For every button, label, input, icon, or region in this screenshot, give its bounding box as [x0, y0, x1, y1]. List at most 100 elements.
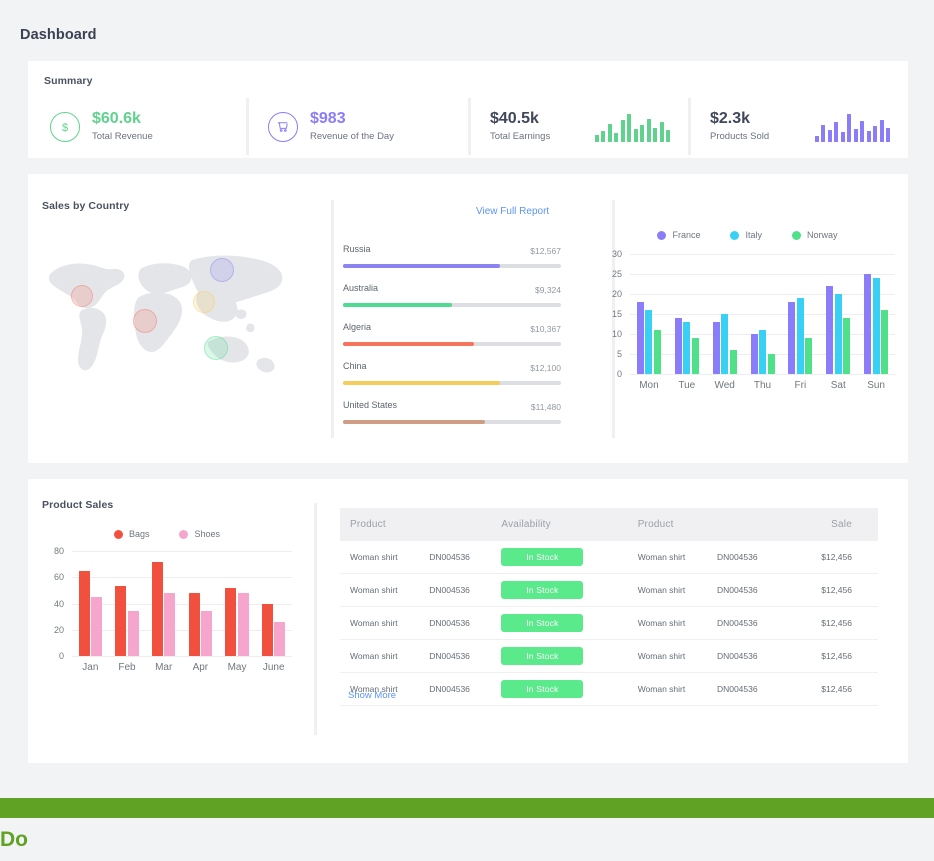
summary-value: $40.5k [490, 111, 550, 127]
cell-product-1: Woman shirt [340, 574, 425, 607]
country-progress-fill [343, 264, 500, 268]
legend-item-france[interactable]: France [657, 230, 700, 240]
country-row[interactable]: China$12,100 [341, 361, 561, 400]
legend-dot [657, 231, 666, 240]
spark-bar [666, 130, 670, 142]
country-value: $12,100 [530, 363, 561, 373]
cell-sale: $12,456 [779, 607, 878, 640]
status-badge: In Stock [501, 614, 583, 632]
dashboard-page: Dashboard Summary $$60.6kTotal Revenue$9… [0, 0, 934, 861]
bar-shoes [238, 593, 249, 656]
table-row[interactable]: Woman shirtDN004536In StockWoman shirtDN… [340, 541, 878, 574]
spark-bar [860, 121, 864, 142]
x-tick-thu: Thu [744, 380, 782, 391]
show-more-link[interactable]: Show More [348, 690, 396, 701]
bar-italy [797, 298, 804, 374]
status-badge: In Stock [501, 680, 583, 698]
product-table-body: Woman shirtDN004536In StockWoman shirtDN… [340, 541, 878, 706]
cell-product-2: Woman shirt [628, 673, 713, 706]
cell-product-1: Woman shirt [340, 640, 425, 673]
bar-norway [730, 350, 737, 374]
summary-item-products-sold[interactable]: $2.3kProducts Sold [688, 95, 908, 158]
sparkline-purple [815, 112, 891, 142]
status-badge: In Stock [501, 647, 583, 665]
spark-bar [627, 114, 631, 142]
table-row[interactable]: Woman shirtDN004536In StockWoman shirtDN… [340, 673, 878, 706]
cell-sale: $12,456 [779, 673, 878, 706]
country-row[interactable]: Algeria$10,367 [341, 322, 561, 361]
summary-text: $2.3kProducts Sold [710, 111, 769, 142]
summary-item-revenue-of-the-day[interactable]: $983Revenue of the Day [246, 95, 468, 158]
cell-availability: In Stock [491, 607, 627, 640]
y-tick: 20 [42, 625, 64, 635]
country-progress-track [343, 264, 561, 268]
legend-item-italy[interactable]: Italy [730, 230, 762, 240]
x-tick-may: May [219, 662, 256, 673]
country-row[interactable]: Russia$12,567 [341, 244, 561, 283]
country-value: $9,324 [535, 285, 561, 295]
legend-item-shoes[interactable]: Shoes [179, 529, 220, 539]
legend-item-norway[interactable]: Norway [792, 230, 838, 240]
product-table-wrapper: ProductAvailabilityProductSale Woman shi… [340, 508, 878, 706]
spark-bar [834, 122, 838, 142]
cell-product-1: Woman shirt [340, 607, 425, 640]
table-row[interactable]: Woman shirtDN004536In StockWoman shirtDN… [340, 574, 878, 607]
bar-norway [768, 354, 775, 374]
bar-italy [645, 310, 652, 374]
bar-bags [152, 562, 163, 657]
country-name: Russia [343, 244, 371, 254]
legend-dot [730, 231, 739, 240]
y-tick: 10 [600, 329, 622, 339]
sparkline-green [595, 112, 671, 142]
legend-item-bags[interactable]: Bags [114, 529, 150, 539]
divider-left [331, 200, 334, 438]
bar-france [751, 334, 758, 374]
product-table-head: ProductAvailabilityProductSale [340, 508, 878, 541]
spark-bar [847, 114, 851, 142]
cell-sale: $12,456 [779, 640, 878, 673]
x-tick-apr: Apr [182, 662, 219, 673]
table-row[interactable]: Woman shirtDN004536In StockWoman shirtDN… [340, 607, 878, 640]
summary-item-total-earnings[interactable]: $40.5kTotal Earnings [468, 95, 688, 158]
bar-group-feb [109, 551, 146, 656]
summary-text: $60.6kTotal Revenue [92, 111, 153, 142]
cell-sku-1: DN004536 [425, 640, 491, 673]
col-header-product-2: Product [628, 508, 779, 541]
country-progress-list: Russia$12,567Australia$9,324Algeria$10,3… [341, 244, 561, 439]
cell-sku-1: DN004536 [425, 607, 491, 640]
spark-bar [595, 135, 599, 142]
col-header-sale: Sale [779, 508, 878, 541]
bar-group-tue [668, 254, 706, 374]
bar-group-sun [857, 254, 895, 374]
country-row[interactable]: Australia$9,324 [341, 283, 561, 322]
y-tick: 15 [600, 309, 622, 319]
summary-item-total-revenue[interactable]: $ $60.6kTotal Revenue [28, 95, 246, 158]
world-map-svg [42, 248, 290, 383]
cell-product-2: Woman shirt [628, 574, 713, 607]
legend-label: Norway [807, 230, 838, 240]
view-full-report-link[interactable]: View Full Report [476, 206, 549, 217]
weekly-chart-plot: 051015202530 [600, 254, 895, 374]
bar-norway [692, 338, 699, 374]
bar-france [864, 274, 871, 374]
bubble-algeria [133, 309, 157, 333]
summary-title: Summary [44, 75, 93, 87]
cell-availability: In Stock [491, 640, 627, 673]
country-row[interactable]: United States$11,480 [341, 400, 561, 439]
country-progress-fill [343, 342, 474, 346]
dollar-icon: $ [50, 112, 80, 142]
country-value: $10,367 [530, 324, 561, 334]
cart-icon [268, 112, 298, 142]
weekly-chart-legend: France Italy Norway [600, 226, 895, 240]
cell-product-2: Woman shirt [628, 541, 713, 574]
bar-norway [805, 338, 812, 374]
bar-group-apr [182, 551, 219, 656]
summary-card: Summary $ $60.6kTotal Revenue $983Revenue … [28, 61, 908, 158]
cell-sku-2: DN004536 [713, 607, 779, 640]
cell-sku-2: DN004536 [713, 574, 779, 607]
x-tick-feb: Feb [109, 662, 146, 673]
footer-green-bar [0, 798, 934, 818]
divider-product [314, 503, 317, 735]
table-row[interactable]: Woman shirtDN004536In StockWoman shirtDN… [340, 640, 878, 673]
country-progress-fill [343, 381, 500, 385]
